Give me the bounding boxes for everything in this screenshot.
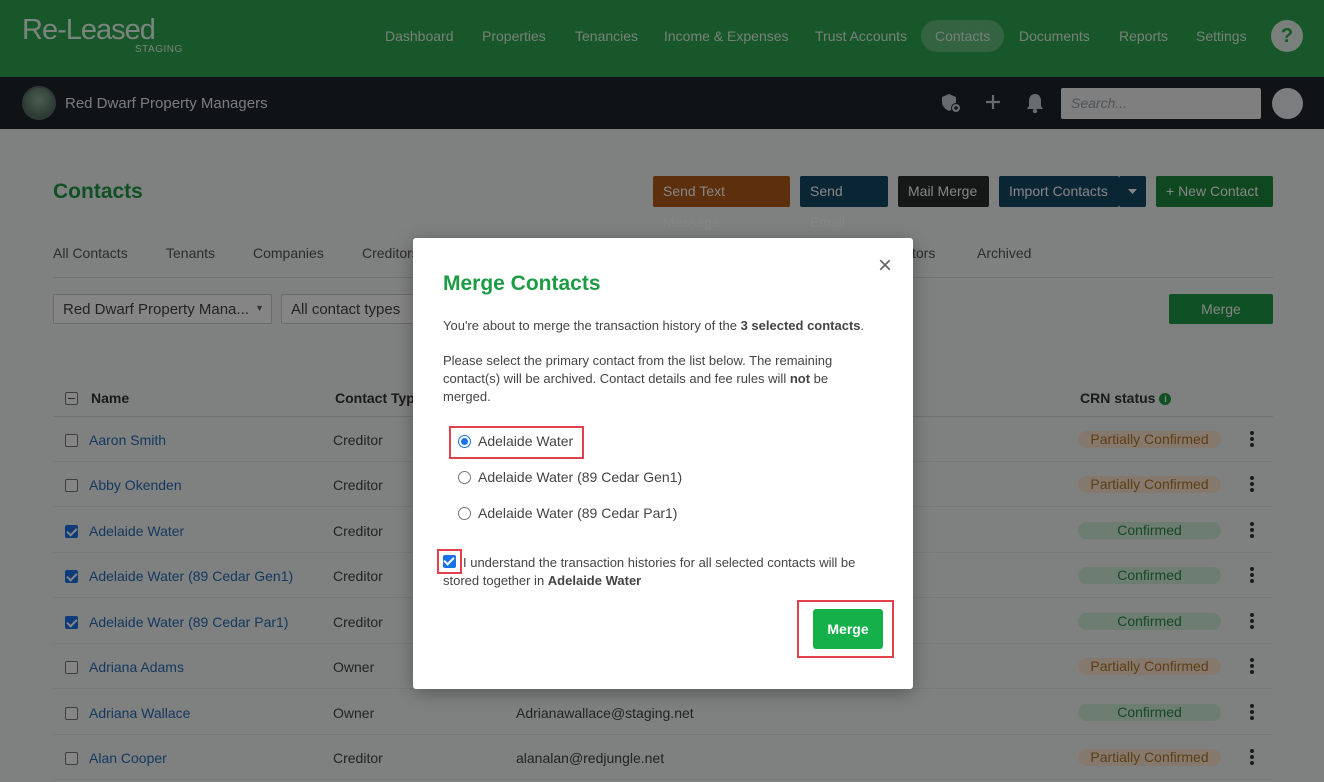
highlight-box — [437, 549, 462, 574]
highlight-box — [797, 600, 894, 658]
radio-button[interactable] — [458, 507, 471, 520]
close-icon[interactable]: × — [875, 254, 895, 278]
modal-instructions-text: Please select the primary contact from t… — [443, 353, 833, 404]
radio-button[interactable] — [458, 471, 471, 484]
modal-title: Merge Contacts — [443, 272, 601, 295]
option-label: Adelaide Water (89 Cedar Par1) — [478, 505, 678, 521]
merge-contacts-modal: × Merge Contacts You're about to merge t… — [413, 238, 913, 689]
highlight-box — [449, 426, 584, 459]
understand-text: I understand the transaction histories f… — [443, 555, 856, 588]
modal-intro-text: You're about to merge the transaction hi… — [443, 318, 865, 333]
option-label: Adelaide Water (89 Cedar Gen1) — [478, 469, 683, 485]
